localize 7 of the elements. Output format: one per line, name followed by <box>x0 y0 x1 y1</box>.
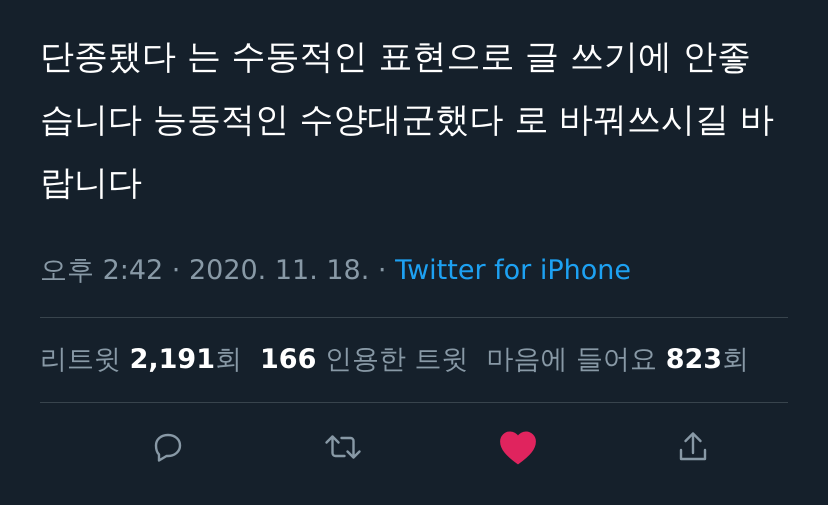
tweet-text: 단종됐다 는 수동적인 표현으로 글 쓰기에 안좋습니다 능동적인 수양대군했다 로 바꿔쓰시길 바랍니다 <box>40 36 776 205</box>
tweet-timestamp: 오후 2:42 · 2020. 11. 18. · <box>40 255 388 286</box>
heart-icon[interactable] <box>498 429 536 465</box>
engagement-stat[interactable]: 리트윗 2,191회 <box>40 342 242 378</box>
source-link[interactable]: Twitter for iPhone <box>395 255 631 286</box>
engagement-stat[interactable]: 166 인용한 트윗 <box>260 342 469 378</box>
engagement-stat[interactable]: 마음에 들어요 823회 <box>486 342 750 378</box>
